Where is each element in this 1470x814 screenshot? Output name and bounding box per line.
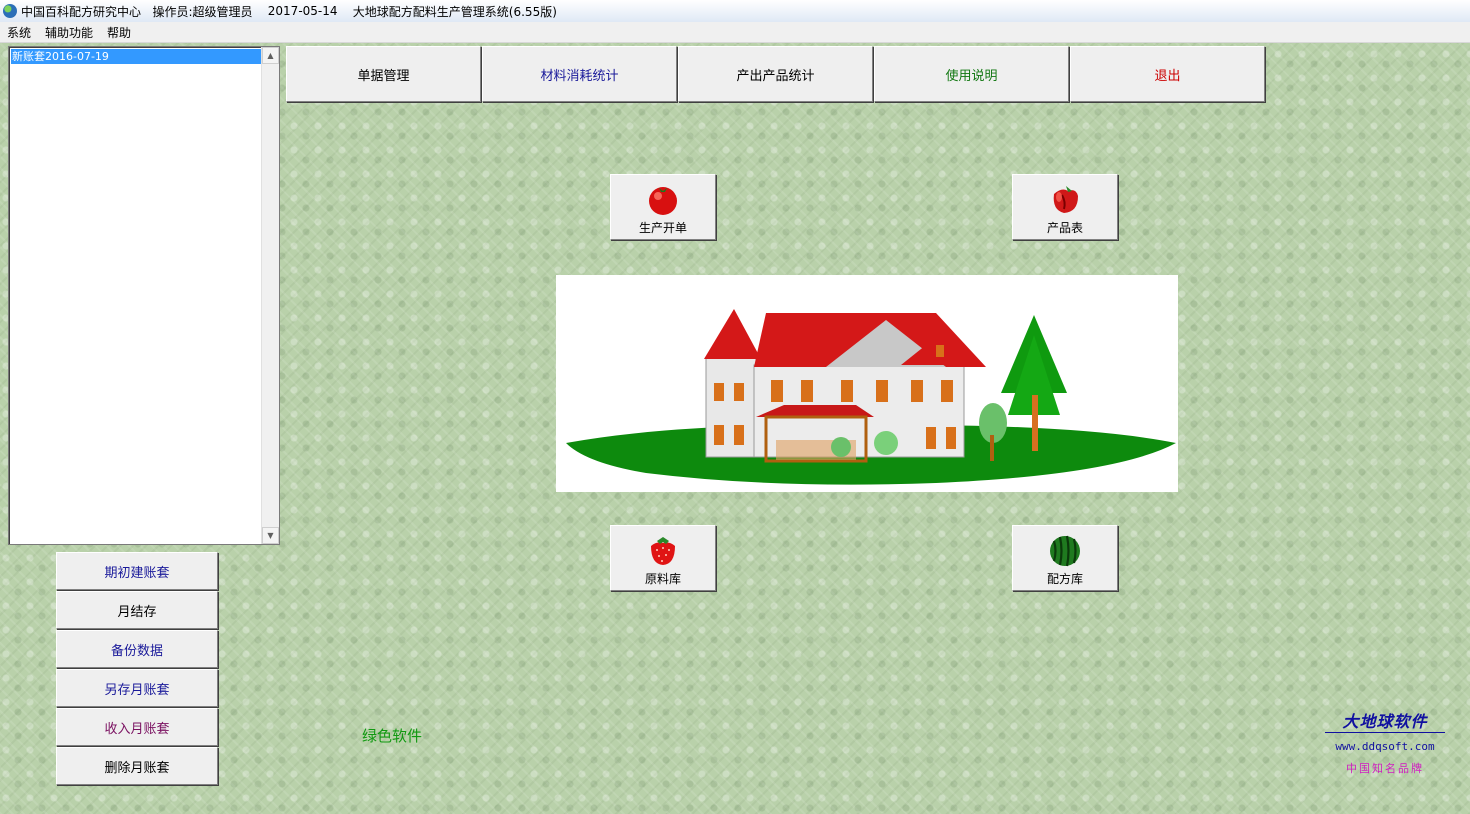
product-table-label: 产品表	[1046, 221, 1083, 235]
product-table-button[interactable]: 产品表	[1012, 174, 1118, 240]
create-account-button[interactable]: 期初建账套	[56, 552, 218, 590]
menu-tools[interactable]: 辅助功能	[38, 24, 100, 41]
material-consumption-button[interactable]: 材料消耗统计	[482, 46, 677, 102]
pepper-icon	[1048, 182, 1082, 216]
account-list-item[interactable]: 新账套2016-07-19	[11, 49, 261, 64]
doc-management-button[interactable]: 单据管理	[286, 46, 481, 102]
menu-system[interactable]: 系统	[0, 24, 38, 41]
backup-data-button[interactable]: 备份数据	[56, 630, 218, 668]
product-output-button[interactable]: 产出产品统计	[678, 46, 873, 102]
production-order-label: 生产开单	[638, 221, 687, 235]
app-title: 大地球配方配料生产管理系统(6.55版)	[352, 4, 557, 19]
title-spacer	[253, 4, 268, 18]
org-name: 中国百科配方研究中心	[21, 4, 142, 19]
material-library-label: 原料库	[644, 572, 681, 586]
scroll-up-arrow-icon[interactable]: ▲	[262, 47, 279, 64]
house-picture	[556, 275, 1178, 492]
brand-url: www.ddqsoft.com	[1335, 740, 1435, 753]
account-listbox[interactable]: 新账套2016-07-19 ▲ ▼	[8, 46, 280, 545]
strawberry-icon	[646, 533, 680, 567]
production-order-button[interactable]: 生产开单	[610, 174, 716, 240]
listbox-scrollbar[interactable]: ▲ ▼	[261, 47, 279, 544]
material-library-button[interactable]: 原料库	[610, 525, 716, 591]
app-globe-icon	[3, 4, 17, 18]
month-end-button[interactable]: 月结存	[56, 591, 218, 629]
operator-label: 操作员:超级管理员	[152, 4, 253, 19]
menu-help[interactable]: 帮助	[100, 24, 138, 41]
title-bar: 中国百科配方研究中心 操作员:超级管理员 2017-05-14 大地球配方配料生…	[0, 0, 1470, 23]
scroll-down-arrow-icon[interactable]: ▼	[262, 527, 279, 544]
delete-month-account-button[interactable]: 删除月账套	[56, 747, 218, 785]
title-spacer	[338, 4, 353, 18]
tomato-icon	[646, 182, 680, 216]
formula-library-label: 配方库	[1046, 572, 1083, 586]
brand-block: 大地球软件 www.ddqsoft.com 中国知名品牌	[1325, 708, 1445, 776]
current-date: 2017-05-14	[267, 4, 338, 18]
brand-name: 大地球软件	[1325, 708, 1445, 733]
import-month-account-button[interactable]: 收入月账套	[56, 708, 218, 746]
watermelon-icon	[1048, 533, 1082, 567]
save-month-account-button[interactable]: 另存月账套	[56, 669, 218, 707]
brand-slogan: 中国知名品牌	[1346, 762, 1424, 775]
manual-button[interactable]: 使用说明	[874, 46, 1069, 102]
title-spacer	[141, 4, 152, 18]
formula-library-button[interactable]: 配方库	[1012, 525, 1118, 591]
green-software-label: 绿色软件	[362, 727, 423, 745]
exit-button[interactable]: 退出	[1070, 46, 1265, 102]
menu-bar: 系统 辅助功能 帮助	[0, 22, 1470, 43]
